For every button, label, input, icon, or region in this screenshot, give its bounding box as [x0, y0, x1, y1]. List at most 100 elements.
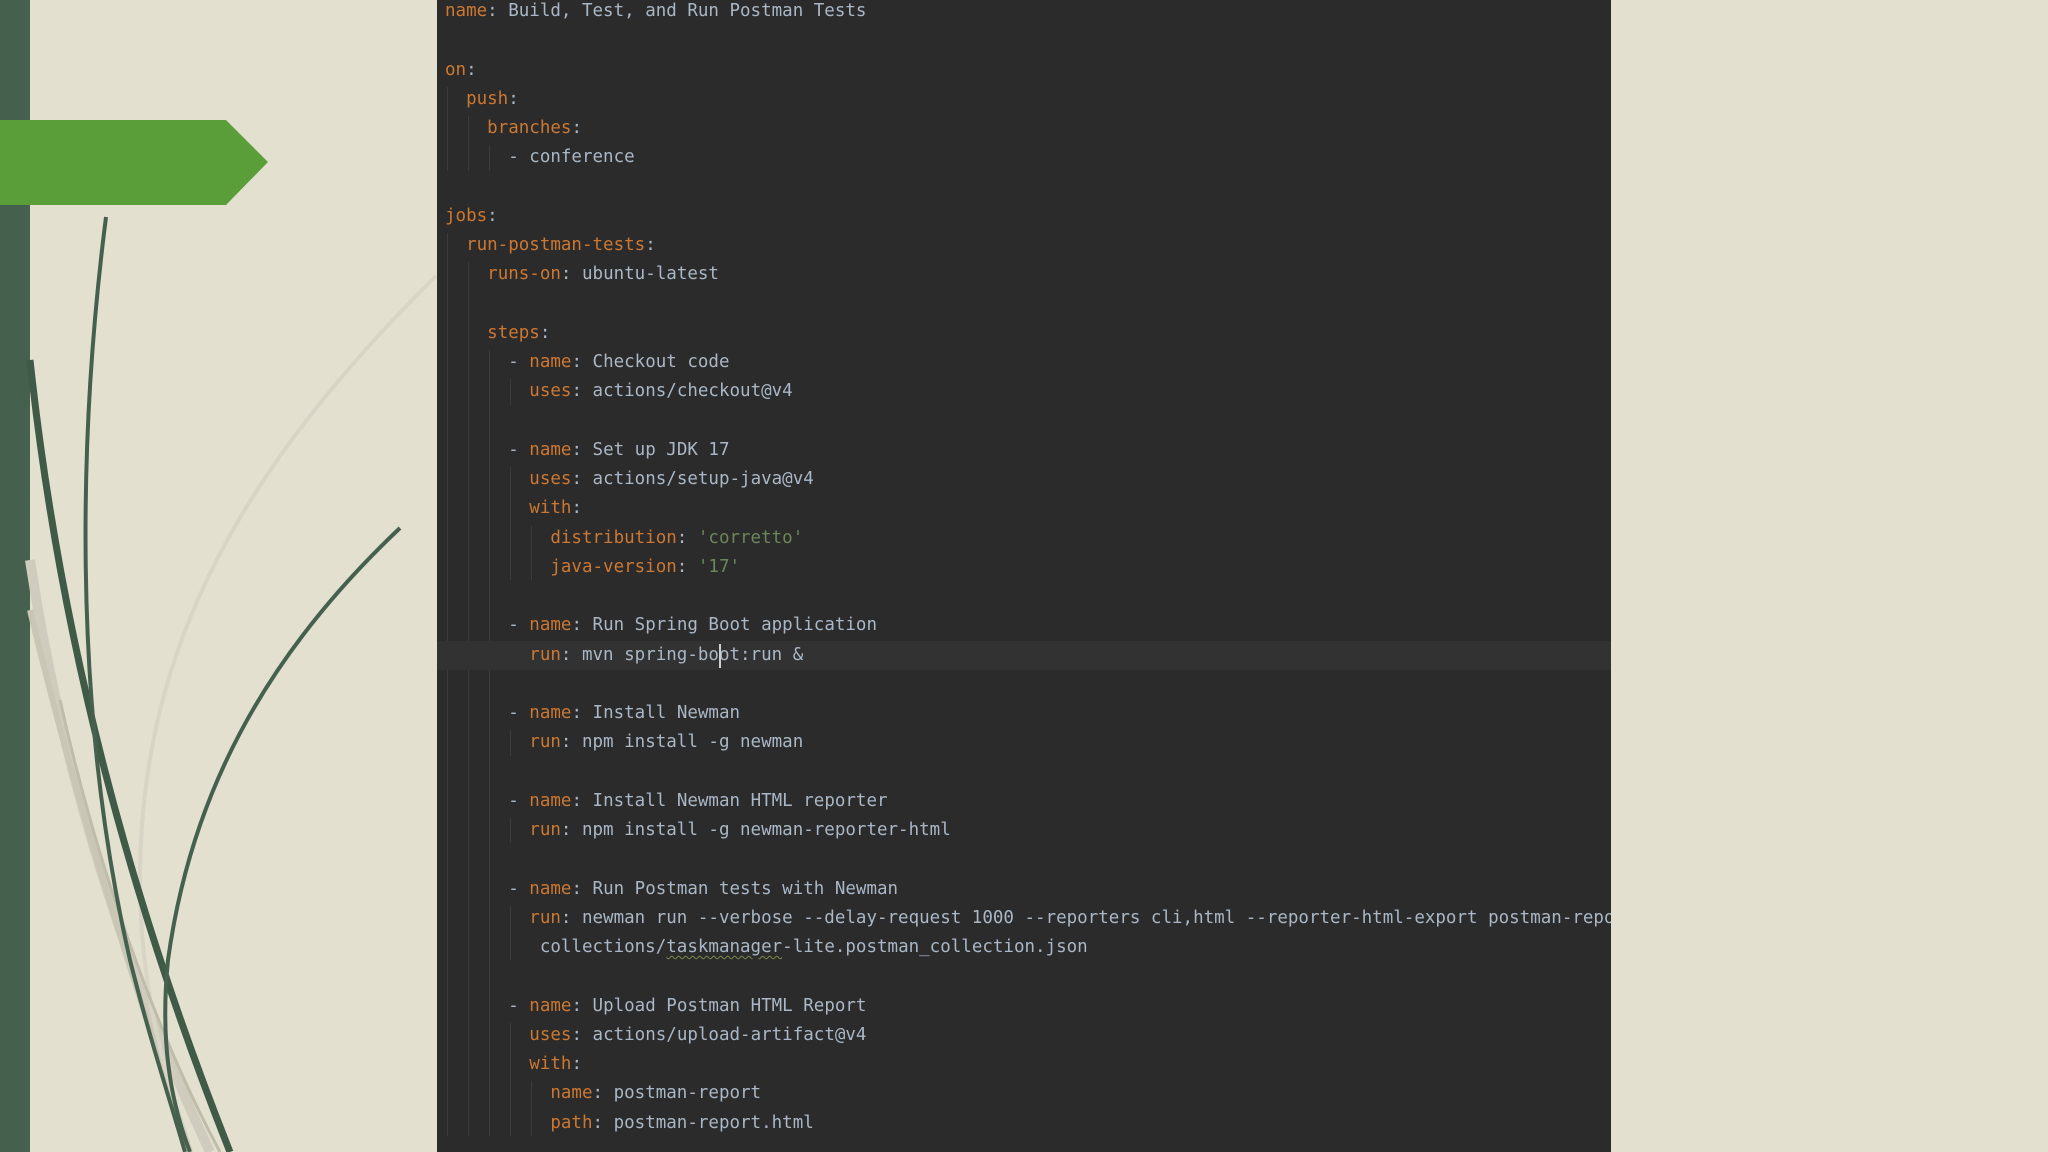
yaml-key: name	[529, 352, 572, 372]
yaml-colon: :	[571, 878, 593, 899]
code-line[interactable]: uses: actions/setup-java@v4	[437, 465, 1611, 494]
yaml-colon: :	[487, 1, 509, 21]
code-line[interactable]: - name: Run Postman tests with Newman	[437, 875, 1611, 904]
grass-blade-dark-3	[163, 526, 402, 1152]
code-line[interactable]: - name: Set up JDK 17	[437, 436, 1611, 465]
yaml-key: java-version	[550, 556, 677, 577]
code-line[interactable]: with:	[437, 494, 1611, 523]
yaml-key: name	[445, 1, 488, 21]
yaml-value: postman-report	[613, 1083, 762, 1104]
code-line[interactable]: on:	[437, 56, 1611, 85]
yaml-key: jobs	[445, 205, 488, 226]
code-line[interactable]: run: mvn spring-boot:run &	[437, 640, 1611, 670]
code-line[interactable]	[437, 582, 1611, 611]
code-line[interactable]	[437, 407, 1611, 436]
code-line[interactable]: push:	[437, 85, 1611, 114]
yaml-key: steps	[487, 322, 540, 343]
code-line[interactable]	[437, 758, 1611, 787]
yaml-value-part: collections/	[539, 937, 667, 957]
code-line[interactable]: name: Build, Test, and Run Postman Tests	[437, 0, 1611, 26]
code-line[interactable]: run-postman-tests:	[437, 231, 1611, 260]
code-line[interactable]: with:	[437, 1050, 1611, 1079]
code-line-text: - name: Install Newman HTML reporter	[445, 787, 888, 816]
code-line[interactable]: - name: Checkout code	[437, 348, 1611, 377]
code-line-text: on:	[445, 56, 477, 85]
code-line[interactable]	[437, 845, 1611, 874]
yaml-key: uses	[529, 381, 572, 402]
code-editor[interactable]: name: Build, Test, and Run Postman Tests…	[437, 0, 1611, 1152]
code-line-text: java-version: '17'	[445, 553, 740, 582]
code-line[interactable]: branches:	[437, 114, 1611, 143]
yaml-key: runs-on	[487, 264, 561, 285]
yaml-key: uses	[529, 469, 572, 489]
yaml-colon: :	[487, 205, 498, 226]
code-line-text: run-postman-tests:	[445, 231, 656, 260]
code-indent: -	[445, 703, 530, 723]
code-line[interactable]: - name: Run Spring Boot application	[437, 611, 1611, 640]
grass-blade-light-1	[25, 559, 215, 1152]
code-line[interactable]: uses: actions/upload-artifact@v4	[437, 1021, 1611, 1050]
yaml-colon: :	[571, 1054, 582, 1074]
code-line[interactable]	[437, 670, 1611, 699]
code-line[interactable]: run: npm install -g newman-reporter-html	[437, 816, 1611, 845]
yaml-value: actions/upload-artifact@v4	[592, 1024, 867, 1045]
yaml-key: run	[529, 820, 561, 840]
code-line[interactable]: run: newman run --verbose --delay-reques…	[437, 904, 1611, 933]
yaml-key: with	[529, 1054, 572, 1074]
code-line[interactable]: - name: Upload Postman HTML Report	[437, 992, 1611, 1021]
code-line[interactable]: - name: Install Newman HTML reporter	[437, 787, 1611, 816]
yaml-value: collections/taskmanager-lite.postman_col…	[540, 937, 1088, 957]
code-line[interactable]: name: postman-report	[437, 1079, 1611, 1108]
code-line[interactable]: - conference	[437, 143, 1611, 172]
yaml-key: name	[529, 703, 572, 723]
yaml-value: Set up JDK 17	[592, 439, 730, 460]
code-line[interactable]: run: npm install -g newman	[437, 728, 1611, 757]
yaml-value: Install Newman HTML reporter	[592, 790, 888, 811]
code-line[interactable]: jobs:	[437, 202, 1611, 231]
yaml-value: postman-report.html	[613, 1112, 814, 1133]
yaml-value: actions/setup-java@v4	[592, 469, 814, 489]
code-line[interactable]	[437, 290, 1611, 319]
code-line-text: run: npm install -g newman	[445, 728, 803, 757]
code-line[interactable]: collections/taskmanager-lite.postman_col…	[437, 933, 1611, 962]
code-line[interactable]	[437, 173, 1611, 202]
code-line[interactable]: uses: actions/checkout@v4	[437, 377, 1611, 406]
yaml-key: run-postman-tests	[466, 235, 646, 255]
code-line-text: distribution: 'corretto'	[445, 524, 803, 553]
code-line-text: name: Build, Test, and Run Postman Tests	[445, 0, 866, 26]
code-line[interactable]: steps:	[437, 319, 1611, 348]
code-line[interactable]	[437, 962, 1611, 991]
yaml-colon: :	[592, 1112, 614, 1133]
code-line[interactable]: - name: Install Newman	[437, 699, 1611, 728]
code-indent: -	[445, 790, 530, 811]
code-line[interactable]: java-version: '17'	[437, 553, 1611, 582]
yaml-colon: :	[676, 556, 698, 577]
code-line[interactable]	[437, 26, 1611, 55]
yaml-value: actions/checkout@v4	[592, 381, 793, 402]
code-line-text: - name: Install Newman	[445, 699, 740, 728]
code-line-text: jobs:	[445, 202, 498, 231]
yaml-colon: :	[466, 59, 477, 80]
yaml-value: npm install -g newman-reporter-html	[581, 820, 951, 840]
yaml-value: newman run --verbose --delay-request 100…	[581, 907, 1611, 928]
code-line[interactable]: path: postman-report.html	[437, 1109, 1611, 1138]
code-line-text: branches:	[445, 114, 582, 143]
yaml-value: Install Newman	[592, 703, 741, 723]
yaml-colon: :	[560, 644, 582, 665]
code-indent: -	[445, 352, 530, 372]
code-line-text: run: npm install -g newman-reporter-html	[445, 816, 951, 845]
code-line[interactable]: runs-on: ubuntu-latest	[437, 260, 1611, 289]
yaml-colon: :	[571, 1024, 593, 1045]
code-line[interactable]: distribution: 'corretto'	[437, 524, 1611, 553]
code-line-text: - name: Run Postman tests with Newman	[445, 875, 898, 904]
yaml-colon: :	[571, 118, 582, 138]
yaml-value: '17'	[697, 556, 741, 577]
yaml-value: - conference	[508, 147, 635, 168]
yaml-colon: :	[571, 439, 593, 460]
